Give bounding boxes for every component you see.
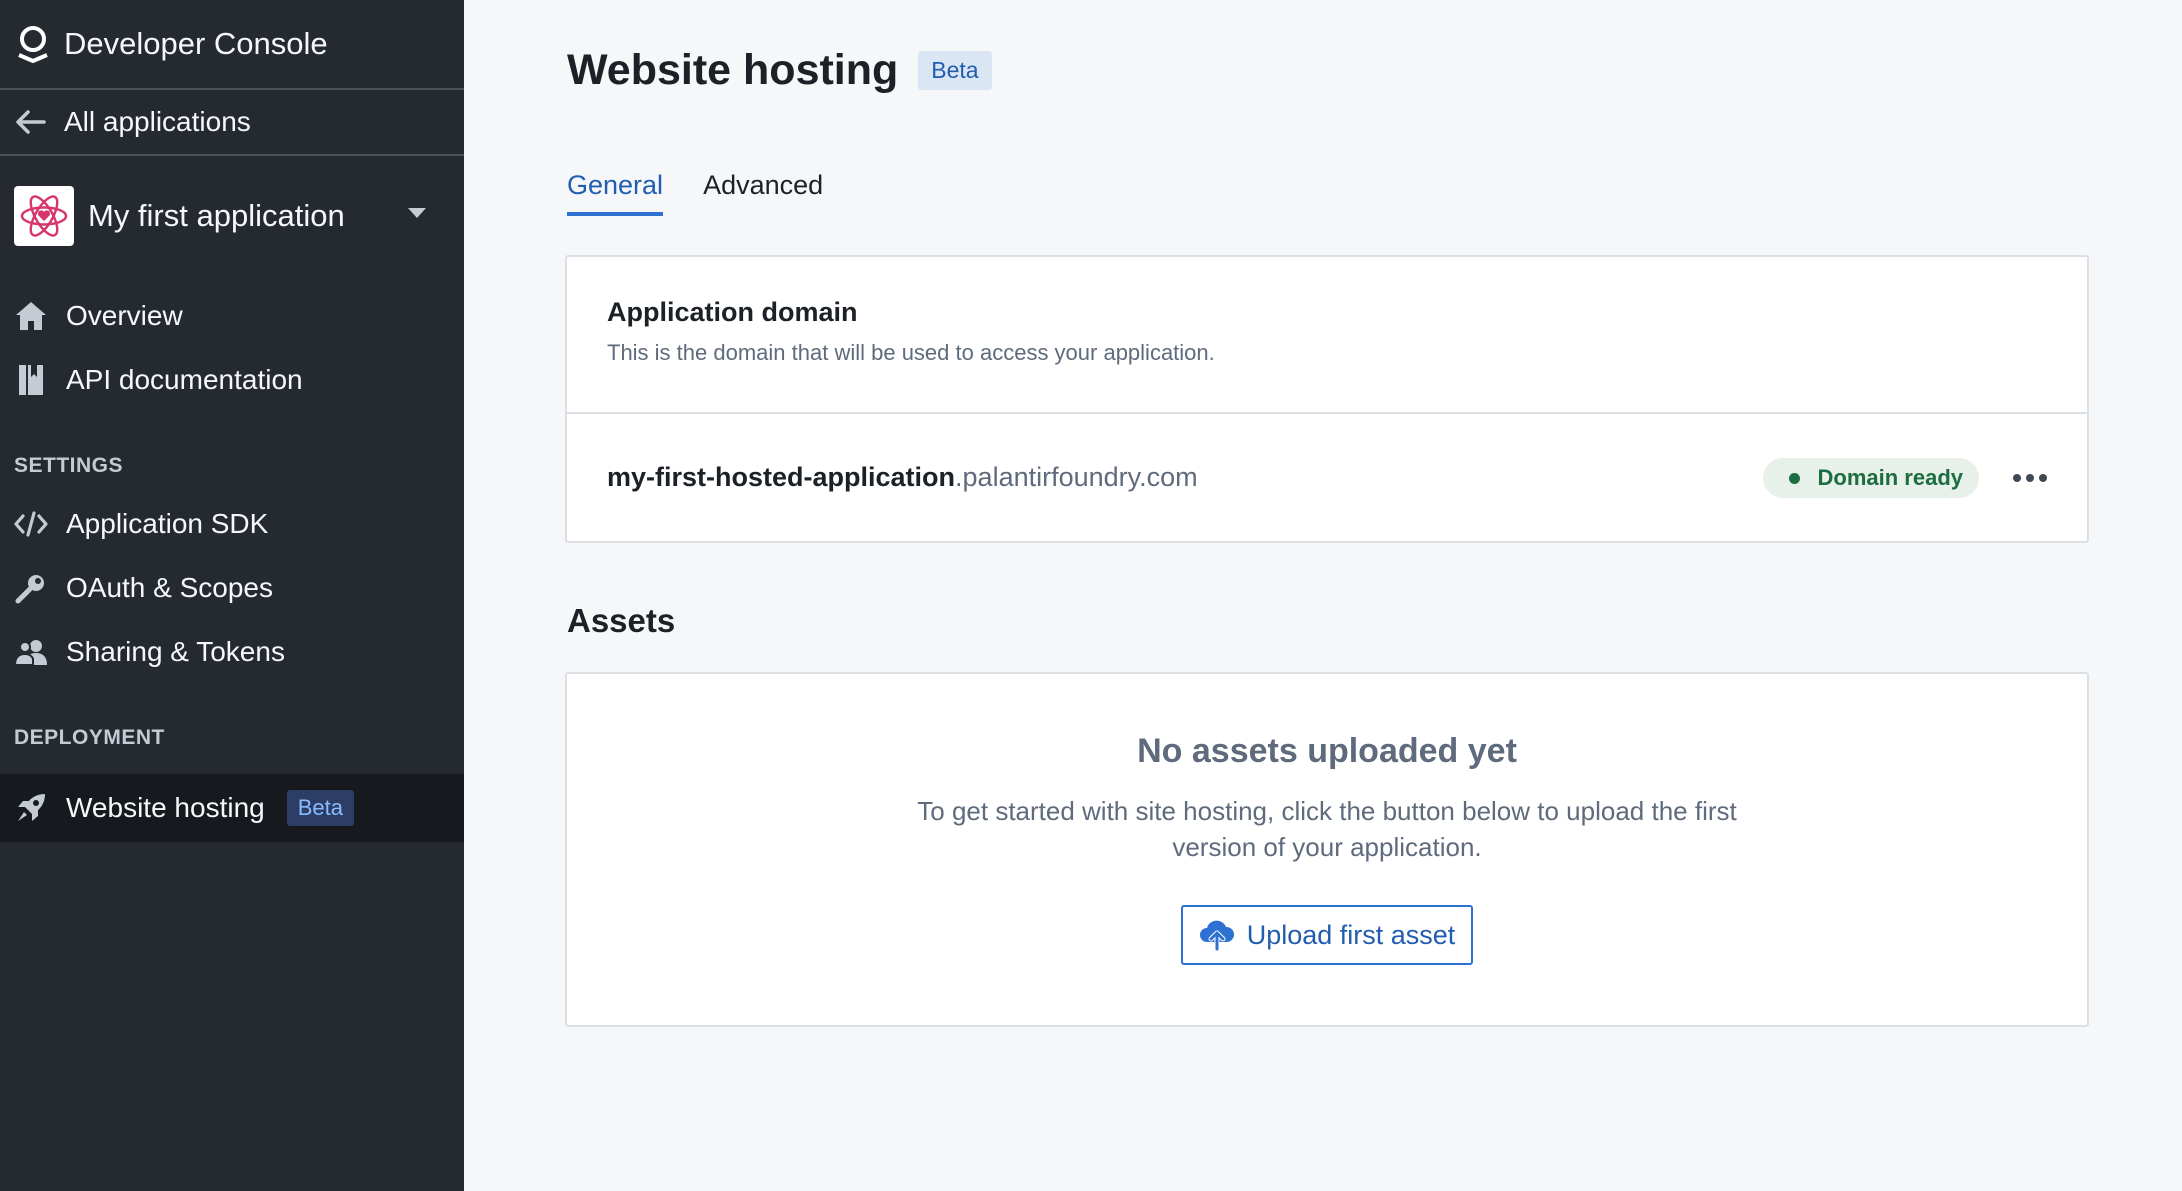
more-options-button[interactable] xyxy=(2007,460,2053,496)
page-title: Website hosting xyxy=(567,46,899,94)
main-content: Website hosting Beta General Advanced Ap… xyxy=(464,0,2182,1191)
assets-heading: Assets xyxy=(567,602,676,639)
status-dot-icon xyxy=(1788,472,1800,484)
sidebar: Developer Console All applications My fi… xyxy=(0,0,464,1191)
sidebar-header: Developer Console xyxy=(0,0,464,90)
domain-suffix: .palantirfoundry.com xyxy=(955,462,1198,492)
sidebar-item-label: Overview xyxy=(66,300,183,331)
atom-heart-icon xyxy=(14,186,74,246)
sidebar-item-overview[interactable]: Overview xyxy=(0,284,464,348)
console-title: Developer Console xyxy=(64,26,328,61)
all-applications-link[interactable]: All applications xyxy=(0,90,464,156)
domain-heading: Application domain xyxy=(607,297,858,327)
tab-list: General Advanced xyxy=(567,170,863,216)
application-name: My first application xyxy=(88,198,345,233)
book-icon xyxy=(14,363,48,397)
tab-advanced[interactable]: Advanced xyxy=(703,170,823,216)
empty-state-title: No assets uploaded yet xyxy=(1137,732,1517,770)
page-header: Website hosting Beta xyxy=(567,46,992,95)
status-badge: Domain ready xyxy=(1762,458,1979,498)
key-icon xyxy=(14,571,48,605)
sidebar-item-label: API documentation xyxy=(66,364,303,395)
beta-badge: Beta xyxy=(286,790,354,826)
more-horizontal-icon xyxy=(2013,474,2047,482)
domain-row: my-first-hosted-application .palantirfoun… xyxy=(567,414,2087,541)
caret-down-icon xyxy=(408,208,426,218)
application-domain-card: Application domain This is the domain th… xyxy=(565,255,2089,543)
all-applications-label: All applications xyxy=(64,106,251,137)
empty-state-description: To get started with site hosting, click … xyxy=(917,796,1737,862)
status-text: Domain ready xyxy=(1817,465,1964,490)
assets-empty-state: No assets uploaded yet To get started wi… xyxy=(565,672,2089,1027)
rocket-icon xyxy=(14,791,48,825)
home-icon xyxy=(14,299,48,333)
sidebar-item-website-hosting[interactable]: Website hosting Beta xyxy=(0,774,464,842)
application-selector[interactable]: My first application xyxy=(0,156,464,276)
settings-section-label: SETTINGS xyxy=(14,454,124,477)
sidebar-item-oauth-scopes[interactable]: OAuth & Scopes xyxy=(0,556,464,620)
sidebar-item-application-sdk[interactable]: Application SDK xyxy=(0,492,464,556)
people-icon xyxy=(14,635,48,669)
tab-general[interactable]: General xyxy=(567,170,664,216)
sidebar-item-label: Application SDK xyxy=(66,508,269,539)
sidebar-item-sharing-tokens[interactable]: Sharing & Tokens xyxy=(0,620,464,684)
palantir-logo-icon xyxy=(18,26,48,63)
upload-first-asset-button[interactable]: Upload first asset xyxy=(1181,905,1473,965)
domain-subdomain: my-first-hosted-application xyxy=(607,462,956,492)
arrow-left-icon xyxy=(16,110,46,134)
sidebar-item-label: Website hosting xyxy=(66,792,265,823)
sidebar-item-api-documentation[interactable]: API documentation xyxy=(0,348,464,412)
domain-description: This is the domain that will be used to … xyxy=(607,340,1215,365)
upload-button-label: Upload first asset xyxy=(1246,919,1456,950)
sidebar-item-label: Sharing & Tokens xyxy=(66,636,285,667)
code-icon xyxy=(14,507,48,541)
sidebar-item-label: OAuth & Scopes xyxy=(66,572,274,603)
deployment-section-label: DEPLOYMENT xyxy=(14,726,165,749)
beta-badge: Beta xyxy=(918,51,992,90)
cloud-upload-icon xyxy=(1199,920,1234,952)
domain-card-header: Application domain This is the domain th… xyxy=(567,257,2087,414)
